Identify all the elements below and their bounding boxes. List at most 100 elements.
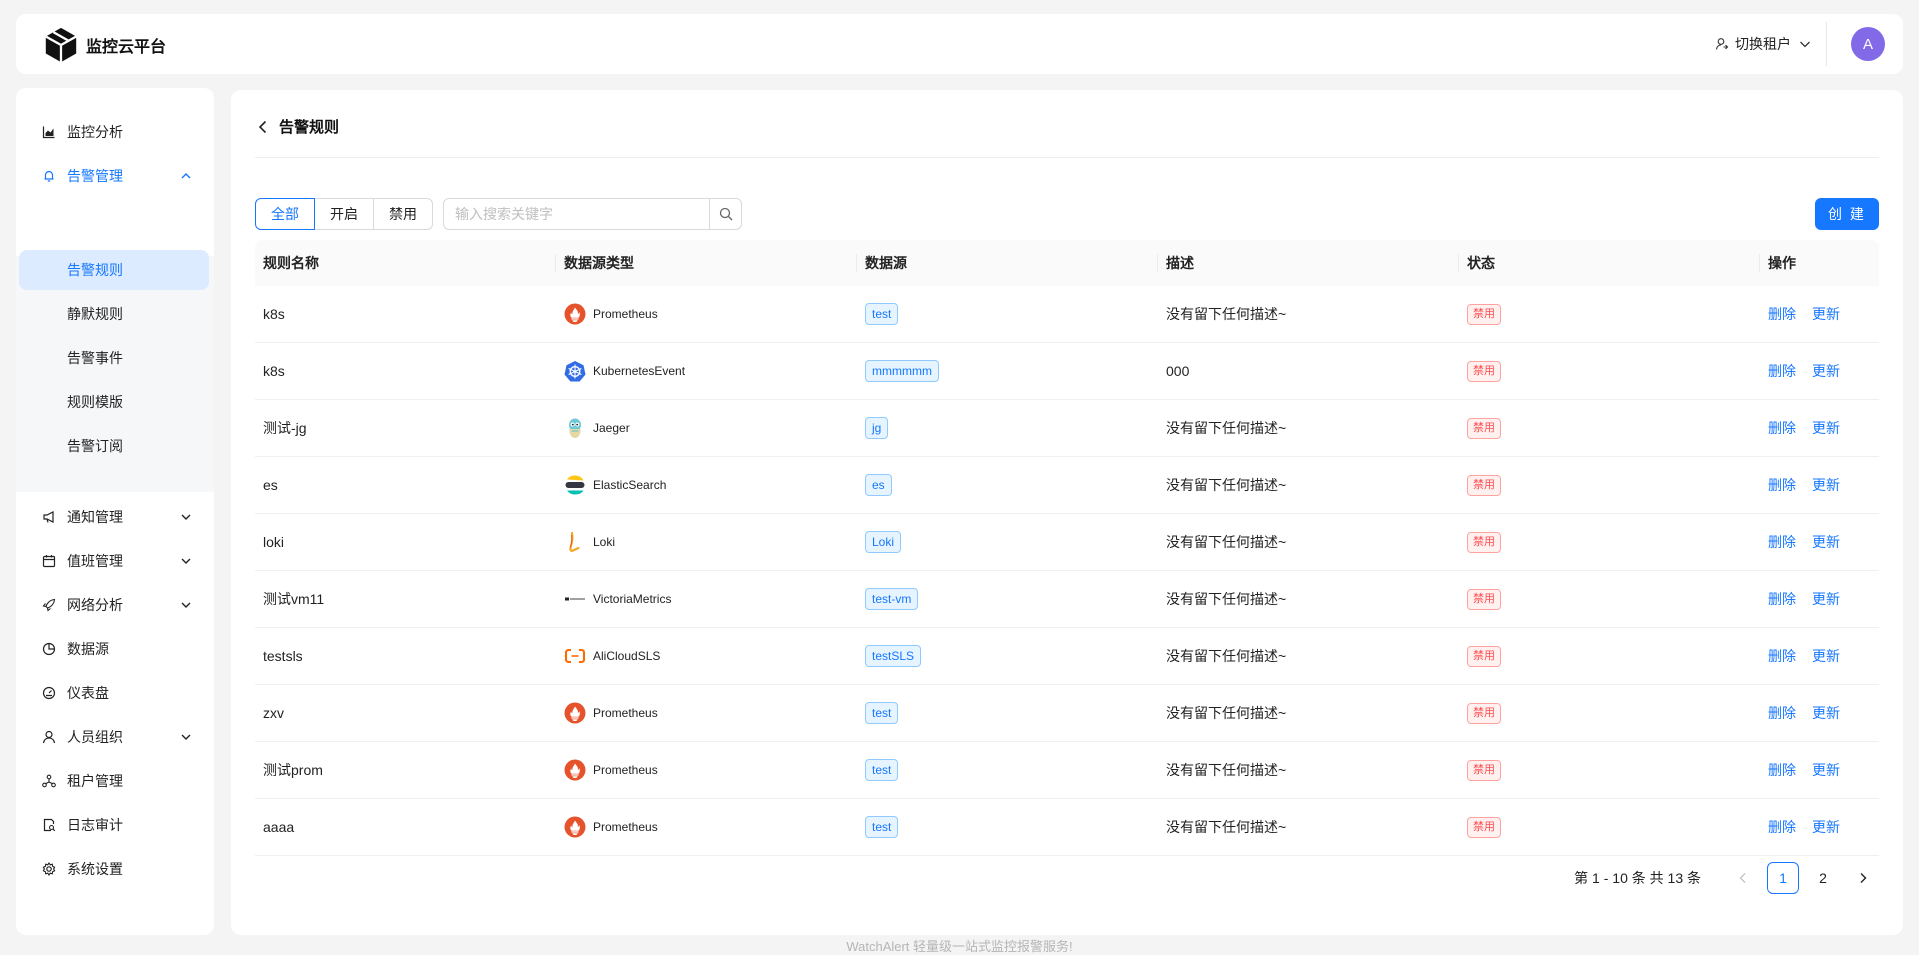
- prometheus-logo-icon: [564, 759, 586, 781]
- rule-description: 没有留下任何描述~: [1166, 705, 1287, 721]
- notification-icon: [42, 510, 56, 524]
- update-link[interactable]: 更新: [1812, 589, 1840, 609]
- calendar-icon: [42, 554, 56, 568]
- update-link[interactable]: 更新: [1812, 304, 1840, 324]
- delete-link[interactable]: 删除: [1768, 589, 1796, 609]
- column-header-datasource-type: 数据源类型: [564, 255, 634, 271]
- search-icon: [719, 207, 733, 221]
- sidebar-item-dashboard[interactable]: 仪表盘: [16, 673, 214, 713]
- sidebar-item-settings[interactable]: 系统设置: [16, 849, 214, 889]
- status-cell: 禁用: [1467, 286, 1501, 342]
- sidebar-item-label: 告警订阅: [67, 438, 123, 454]
- sidebar-item-network[interactable]: 网络分析: [16, 585, 214, 625]
- delete-link[interactable]: 删除: [1768, 475, 1796, 495]
- sidebar-item-rule-templates[interactable]: 规则模版: [19, 382, 209, 422]
- datasource-tag: test: [865, 303, 899, 325]
- status-cell: 禁用: [1467, 457, 1501, 513]
- sidebar-item-datasource[interactable]: 数据源: [16, 629, 214, 669]
- delete-link[interactable]: 删除: [1768, 760, 1796, 780]
- divider: [255, 157, 1879, 158]
- update-link[interactable]: 更新: [1812, 703, 1840, 723]
- delete-link[interactable]: 删除: [1768, 532, 1796, 552]
- datasource-tag: Loki: [865, 531, 902, 553]
- rules-table: 规则名称 数据源类型 数据源 描述 状态 操作 k8s Prometheus tes…: [255, 240, 1879, 856]
- table-row: k8s KubernetesEvent mmmmmm 000 禁用 删除 更新: [255, 343, 1879, 400]
- update-link[interactable]: 更新: [1812, 532, 1840, 552]
- update-link[interactable]: 更新: [1812, 760, 1840, 780]
- status-cell: 禁用: [1467, 685, 1501, 741]
- datasource-type: ElasticSearch: [593, 478, 667, 492]
- table-row: zxv Prometheus test 没有留下任何描述~ 禁用 删除 更新: [255, 685, 1879, 742]
- status-badge: 禁用: [1467, 531, 1501, 553]
- column-header-status: 状态: [1467, 255, 1495, 271]
- update-link[interactable]: 更新: [1812, 475, 1840, 495]
- rule-description: 没有留下任何描述~: [1166, 591, 1287, 607]
- delete-link[interactable]: 删除: [1768, 703, 1796, 723]
- update-link[interactable]: 更新: [1812, 418, 1840, 438]
- delete-link[interactable]: 删除: [1768, 361, 1796, 381]
- page-header: 告警规则: [257, 116, 339, 137]
- switch-tenant-label: 切换租户: [1735, 36, 1791, 52]
- sidebar-item-alert-rules[interactable]: 告警规则: [19, 250, 209, 290]
- sidebar-item-alert-management[interactable]: 告警管理: [16, 156, 214, 196]
- update-link[interactable]: 更新: [1812, 361, 1840, 381]
- page-1-button[interactable]: 1: [1767, 862, 1799, 894]
- sidebar-item-people[interactable]: 人员组织: [16, 717, 214, 757]
- datasource-tag: test: [865, 702, 899, 724]
- delete-link[interactable]: 删除: [1768, 817, 1796, 837]
- update-link[interactable]: 更新: [1812, 817, 1840, 837]
- datasource-cell: test: [865, 742, 899, 798]
- search-box: [443, 198, 742, 230]
- status-badge: 禁用: [1467, 303, 1501, 325]
- sidebar-item-monitor-analysis[interactable]: 监控分析: [16, 112, 214, 152]
- search-input[interactable]: [443, 198, 711, 230]
- header-divider: [1826, 22, 1827, 66]
- chevron-right-icon: [1860, 873, 1867, 883]
- search-button[interactable]: [710, 198, 742, 230]
- datasource-tag: jg: [865, 417, 889, 439]
- delete-link[interactable]: 删除: [1768, 418, 1796, 438]
- filter-enabled-button[interactable]: 开启: [314, 198, 374, 230]
- prometheus-logo-icon: [564, 816, 586, 838]
- sidebar-item-label: 监控分析: [67, 124, 123, 140]
- user-avatar[interactable]: A: [1851, 27, 1885, 61]
- sidebar-item-duty[interactable]: 值班管理: [16, 541, 214, 581]
- next-page-button[interactable]: [1847, 862, 1879, 894]
- delete-link[interactable]: 删除: [1768, 304, 1796, 324]
- status-badge: 禁用: [1467, 588, 1501, 610]
- create-rule-button[interactable]: 创 建: [1815, 198, 1879, 230]
- sidebar-item-label: 租户管理: [67, 773, 123, 789]
- sidebar-item-silence-rules[interactable]: 静默规则: [19, 294, 209, 334]
- victoriametrics-logo-icon: [564, 588, 586, 610]
- sidebar-item-label: 数据源: [67, 641, 109, 657]
- datasource-cell: Loki: [865, 514, 902, 570]
- status-cell: 禁用: [1467, 400, 1501, 456]
- chevron-down-icon: [181, 602, 191, 608]
- sidebar-item-tenant[interactable]: 租户管理: [16, 761, 214, 801]
- datasource-cell: test-vm: [865, 571, 919, 627]
- sidebar-item-notification[interactable]: 通知管理: [16, 497, 214, 537]
- sidebar-item-label: 仪表盘: [67, 685, 109, 701]
- datasource-tag: es: [865, 474, 892, 496]
- prev-page-button[interactable]: [1727, 862, 1759, 894]
- sidebar-item-alert-events[interactable]: 告警事件: [19, 338, 209, 378]
- switch-tenant-button[interactable]: 切换租户: [1715, 34, 1811, 54]
- filter-disabled-button[interactable]: 禁用: [373, 198, 433, 230]
- sidebar-item-audit-log[interactable]: 日志审计: [16, 805, 214, 845]
- rule-description: 没有留下任何描述~: [1166, 534, 1287, 550]
- status-cell: 禁用: [1467, 514, 1501, 570]
- filter-all-button[interactable]: 全部: [255, 198, 315, 230]
- update-link[interactable]: 更新: [1812, 646, 1840, 666]
- sidebar-item-label: 系统设置: [67, 861, 123, 877]
- datasource-cell: jg: [865, 400, 889, 456]
- rule-description: 没有留下任何描述~: [1166, 762, 1287, 778]
- back-arrow-icon[interactable]: [257, 120, 269, 134]
- rule-description: 没有留下任何描述~: [1166, 648, 1287, 664]
- page-2-button[interactable]: 2: [1807, 862, 1839, 894]
- app-logo[interactable]: 监控云平台: [42, 26, 166, 64]
- chevron-left-icon: [1739, 873, 1746, 883]
- sidebar-item-alert-subscriptions[interactable]: 告警订阅: [19, 426, 209, 466]
- actions-cell: 删除 更新: [1768, 343, 1840, 399]
- delete-link[interactable]: 删除: [1768, 646, 1796, 666]
- actions-cell: 删除 更新: [1768, 628, 1840, 684]
